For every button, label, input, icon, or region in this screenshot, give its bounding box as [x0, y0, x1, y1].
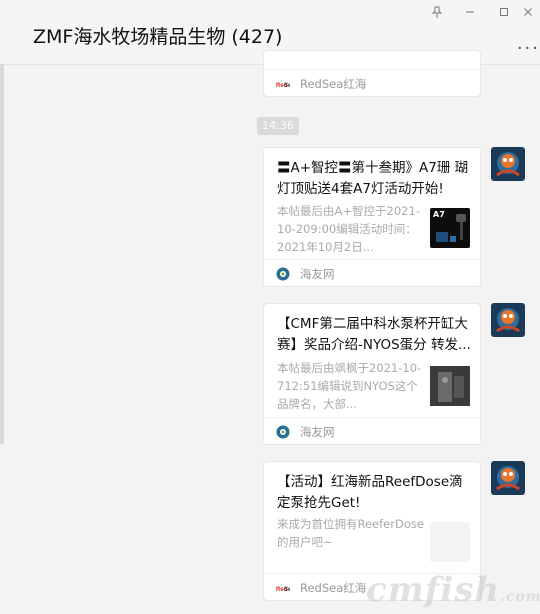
avatar[interactable] [491, 147, 525, 181]
watermark-main: cmfish [366, 570, 501, 610]
watermark-suffix: .com [500, 589, 540, 605]
card-footer: 海友网 [264, 417, 480, 446]
message-card[interactable]: 〓A+智控〓第十叁期》A7珊 瑚灯顶贴送4套A7灯活动开始! 本帖最后由A+智控… [263, 147, 481, 287]
card-description: 本帖最后由飒枫于2021-10-712:51编辑说到NYOS这个品牌名，大部..… [277, 361, 422, 411]
card-footer: Red Se RedSea红海 [264, 69, 480, 98]
card-source: 海友网 [300, 267, 335, 281]
card-thumbnail [430, 522, 470, 562]
haiyou-logo-icon [276, 267, 290, 281]
svg-text:Se: Se [284, 587, 290, 593]
maximize-icon[interactable] [492, 6, 516, 22]
redsea-logo-icon: Red Se [276, 80, 290, 89]
card-title: 【CMF第二届中科水泵杯开缸大赛】奖品介绍-NYOS蛋分 转发... [277, 316, 471, 353]
message-card-partial[interactable]: Red Se RedSea红海 [263, 50, 481, 97]
time-separator: 14:36 [257, 117, 299, 135]
avatar[interactable] [491, 461, 525, 495]
chat-title: ZMF海水牧场精品生物 (427) [33, 26, 283, 48]
site-watermark: cmfish.com [366, 570, 540, 610]
svg-text:Se: Se [284, 83, 290, 89]
card-thumbnail: A7 [430, 208, 470, 248]
redsea-logo-icon: Red Se [276, 584, 290, 593]
close-icon[interactable] [516, 6, 540, 22]
card-source: RedSea红海 [300, 77, 367, 91]
card-source: 海友网 [300, 425, 335, 439]
minimize-icon[interactable] [458, 6, 482, 22]
message-card[interactable]: 【CMF第二届中科水泵杯开缸大赛】奖品介绍-NYOS蛋分 转发... 本帖最后由… [263, 303, 481, 445]
card-source: RedSea红海 [300, 581, 367, 595]
scrollbar[interactable] [0, 64, 4, 444]
pin-icon[interactable] [425, 6, 449, 22]
card-description: 来成为首位拥有ReeferDose的用户吧~ [277, 517, 424, 549]
card-title: 〓A+智控〓第十叁期》A7珊 瑚灯顶贴送4套A7灯活动开始! [277, 160, 469, 197]
more-options-button[interactable]: ... [517, 33, 540, 54]
card-description: 本帖最后由A+智控于2021-10-209:00编辑活动时间：2021年10月2… [277, 204, 420, 254]
haiyou-logo-icon [276, 425, 290, 439]
card-footer: 海友网 [264, 259, 480, 288]
avatar[interactable] [491, 303, 525, 337]
card-title: 【活动】红海新品ReefDose滴定泵抢先Get! [277, 474, 463, 511]
card-thumbnail [430, 366, 470, 406]
